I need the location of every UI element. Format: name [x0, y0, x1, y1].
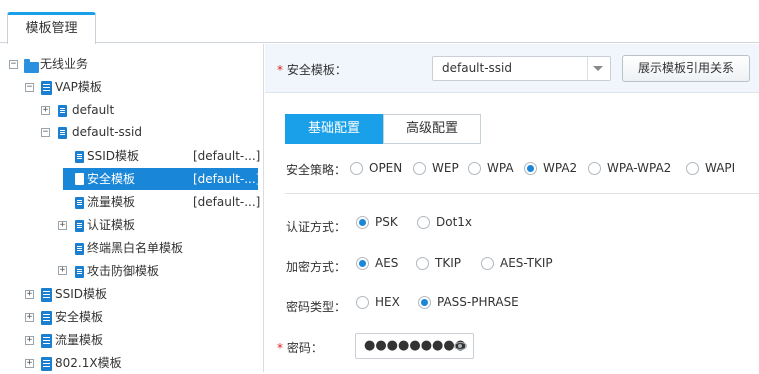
config-panel [265, 44, 759, 372]
chevron-down-icon [593, 66, 603, 71]
radio-wep[interactable] [413, 162, 426, 175]
collapse-toggle-default-ssid[interactable]: − [41, 128, 50, 137]
document-icon [41, 288, 52, 302]
radio-wapi[interactable] [686, 162, 699, 175]
radio-wpa[interactable] [468, 162, 481, 175]
tree-node-auth-template[interactable]: 认证模板 [87, 214, 135, 236]
tree-node-traffic-value: [default-...] [193, 195, 261, 209]
radio-wpa-label: WPA [487, 161, 514, 175]
tree-node-attack-template[interactable]: 攻击防御模板 [87, 260, 159, 282]
security-policy-label: 安全策略： [286, 163, 347, 177]
document-icon [58, 127, 67, 139]
expand-toggle-auth[interactable]: + [58, 221, 67, 230]
tree-node-security-template[interactable]: 安全模板 [87, 168, 135, 190]
tab-template-management[interactable]: 模板管理 [7, 12, 96, 44]
auth-method-label: 认证方式： [286, 220, 347, 234]
show-template-references-button[interactable]: 展示模板引用关系 [622, 55, 750, 82]
document-icon [75, 266, 84, 278]
radio-open[interactable] [350, 162, 363, 175]
radio-open-label: OPEN [369, 161, 403, 175]
selected-template-value: default-ssid [442, 61, 513, 75]
eye-icon[interactable] [454, 342, 467, 350]
radio-wapi-label: WAPI [705, 161, 736, 175]
password-value: ●●●●●●●●● [364, 338, 467, 353]
collapse-toggle-vap[interactable]: − [25, 83, 34, 92]
radio-wpa-wpa2[interactable] [588, 162, 601, 175]
tree-node-blacklist-template[interactable]: 终端黑白名单模板 [87, 237, 183, 259]
radio-dot1x[interactable] [417, 216, 430, 229]
security-template-label: * 安全模板： [277, 63, 347, 77]
document-icon [75, 151, 84, 163]
tab-bar: 模板管理 [0, 0, 759, 44]
expand-toggle-ssid[interactable]: + [25, 290, 34, 299]
document-icon [41, 81, 52, 95]
tree-node-top-traffic[interactable]: 流量模板 [55, 329, 103, 351]
document-icon [75, 197, 84, 209]
tree-node-ssid-template[interactable]: SSID模板 [87, 145, 139, 167]
radio-tkip-label: TKIP [435, 256, 461, 270]
password-label: * 密码： [277, 341, 323, 355]
tree-node-security-value: [default-...] [193, 172, 261, 186]
radio-pass-phrase-label: PASS-PHRASE [437, 295, 519, 309]
document-icon [58, 105, 67, 117]
tree-node-ssid-value: [default-...] [193, 149, 261, 163]
radio-wep-label: WEP [432, 161, 459, 175]
select-divider [587, 57, 588, 80]
tree-node-top-ssid[interactable]: SSID模板 [55, 283, 107, 305]
tree-node-default-ssid[interactable]: default-ssid [72, 121, 142, 143]
password-type-label: 密码类型： [286, 300, 347, 314]
collapse-toggle-root[interactable]: − [9, 60, 18, 69]
password-field[interactable]: ●●●●●●●●● [355, 333, 474, 359]
radio-psk-label: PSK [375, 215, 398, 229]
radio-aes-tkip-label: AES-TKIP [500, 256, 553, 270]
radio-hex[interactable] [356, 296, 369, 309]
expand-toggle-security[interactable]: + [25, 313, 34, 322]
radio-hex-label: HEX [375, 295, 400, 309]
radio-wpa2-label: WPA2 [543, 161, 578, 175]
tree-node-wireless[interactable]: 无线业务 [40, 53, 88, 75]
radio-dot1x-label: Dot1x [436, 215, 473, 229]
document-icon [75, 173, 84, 185]
radio-wpa2[interactable] [524, 162, 537, 175]
tree-node-traffic-template[interactable]: 流量模板 [87, 191, 135, 213]
document-icon [41, 357, 52, 371]
document-icon [41, 334, 52, 348]
document-icon [41, 311, 52, 325]
radio-psk[interactable] [356, 216, 369, 229]
tab-basic-config[interactable]: 基础配置 [285, 114, 383, 144]
radio-aes-label: AES [375, 256, 399, 270]
radio-aes-tkip[interactable] [481, 257, 494, 270]
radio-aes[interactable] [356, 257, 369, 270]
radio-tkip[interactable] [416, 257, 429, 270]
radio-wpa-wpa2-label: WPA-WPA2 [607, 161, 672, 175]
section-divider [285, 193, 759, 194]
document-icon [75, 243, 84, 255]
expand-toggle-traffic[interactable]: + [25, 336, 34, 345]
tree-node-default[interactable]: default [72, 99, 114, 121]
document-icon [75, 220, 84, 232]
expand-toggle-8021x[interactable]: + [25, 359, 34, 368]
security-template-select[interactable]: default-ssid [432, 56, 611, 81]
radio-pass-phrase[interactable] [418, 296, 431, 309]
expand-toggle-default[interactable]: + [41, 106, 50, 115]
tree-node-vap[interactable]: VAP模板 [55, 76, 102, 98]
tree-node-top-8021x[interactable]: 802.1X模板 [55, 352, 122, 374]
folder-icon [24, 59, 39, 73]
expand-toggle-attack[interactable]: + [58, 266, 67, 275]
tab-advanced-config[interactable]: 高级配置 [383, 114, 481, 144]
encryption-label: 加密方式： [286, 260, 347, 274]
tree-node-top-security[interactable]: 安全模板 [55, 306, 103, 328]
